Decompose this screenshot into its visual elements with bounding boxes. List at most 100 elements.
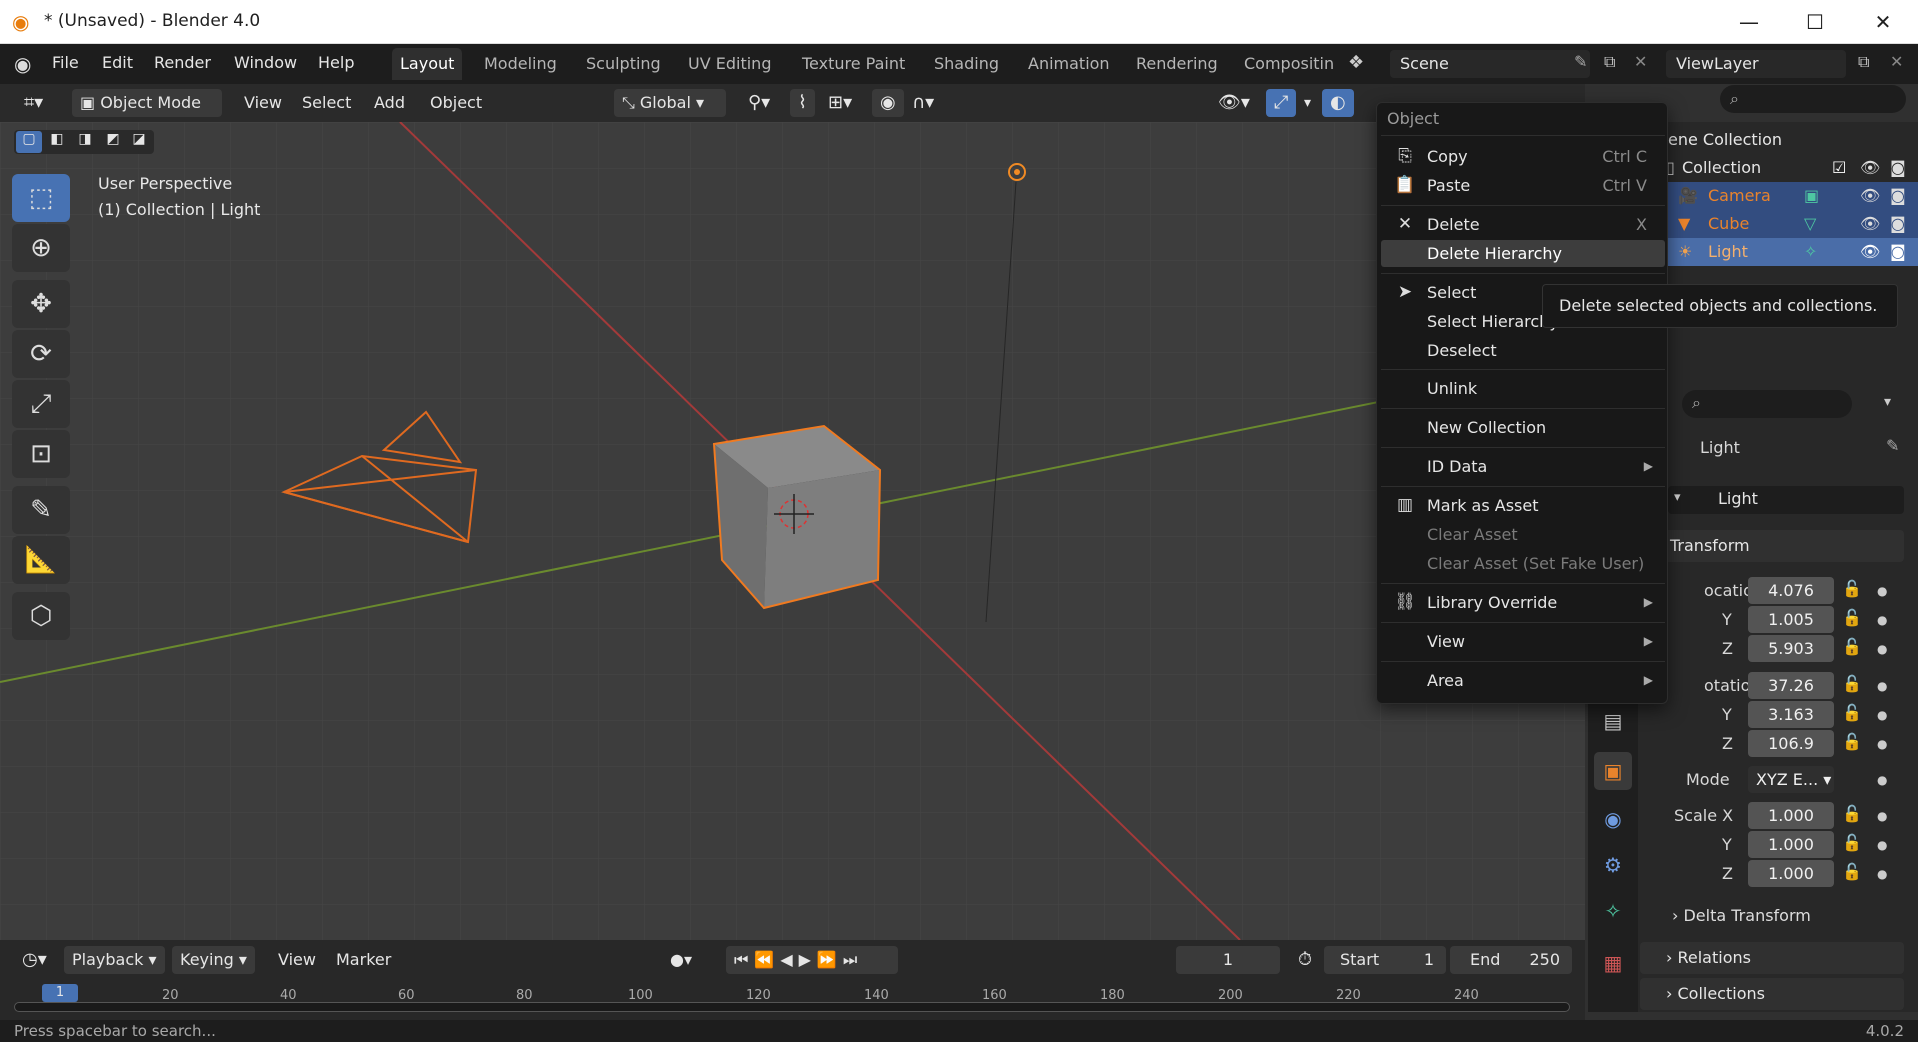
cube-object[interactable] xyxy=(712,424,882,610)
keyframe-dot-icon[interactable]: ● xyxy=(1877,809,1887,823)
mode-dropdown[interactable]: ▣ Object Mode ▾ xyxy=(72,89,222,140)
tab-collection-icon[interactable]: ▤ xyxy=(1594,702,1632,740)
outliner-row-collection[interactable]: ▯ Collection ☑ 👁 ◙ xyxy=(1666,154,1918,182)
maximize-button[interactable]: ☐ xyxy=(1792,6,1838,38)
annotate-tool[interactable]: ✎ xyxy=(12,486,70,534)
location-z-field[interactable]: 5.903 xyxy=(1748,635,1834,662)
start-frame-field[interactable]: Start 1 xyxy=(1324,946,1446,974)
menu-item-clear-asset-fake-user[interactable]: Clear Asset (Set Fake User) xyxy=(1381,550,1665,577)
select-extend-icon[interactable]: ◧ xyxy=(44,131,70,147)
delete-scene-icon[interactable]: ✕ xyxy=(1634,52,1647,71)
lock-icon[interactable]: 🔓 xyxy=(1842,579,1862,598)
pin-scene-icon[interactable]: ✎ xyxy=(1574,52,1587,71)
collections-panel-header[interactable]: › Collections xyxy=(1640,978,1904,1010)
camera-render-icon[interactable]: ◙ xyxy=(1890,182,1906,210)
menu-item-area[interactable]: Area ▶ xyxy=(1381,667,1665,694)
eye-icon[interactable]: 👁 xyxy=(1860,182,1880,210)
falloff-icon[interactable]: ∩▾ xyxy=(904,89,942,117)
lock-icon[interactable]: 🔓 xyxy=(1842,804,1862,823)
checkbox-icon[interactable]: ☑ xyxy=(1832,154,1846,182)
delete-viewlayer-icon[interactable]: ✕ xyxy=(1890,52,1903,71)
select-intersect-icon[interactable]: ◪ xyxy=(126,131,152,147)
location-y-field[interactable]: 1.005 xyxy=(1748,606,1834,633)
scene-selector-icon[interactable]: ❖ xyxy=(1348,52,1364,73)
new-scene-icon[interactable]: ⧉ xyxy=(1604,52,1615,72)
relations-panel-header[interactable]: › Relations xyxy=(1640,942,1904,974)
lock-icon[interactable]: 🔓 xyxy=(1842,608,1862,627)
timeline-scrollbar[interactable] xyxy=(14,1002,1570,1012)
menu-item-delete-hierarchy[interactable]: Delete Hierarchy xyxy=(1381,240,1665,267)
keyframe-dot-icon[interactable]: ● xyxy=(1877,867,1887,881)
end-frame-field[interactable]: End 250 xyxy=(1450,946,1572,974)
measure-tool[interactable]: 📐 xyxy=(12,536,70,584)
rotation-z-field[interactable]: 106.9 xyxy=(1748,730,1834,757)
rotation-mode-dropdown[interactable]: XYZ E... ▾ xyxy=(1748,766,1834,793)
playback-controls[interactable]: ⏮⏪◀▶⏩⏭ xyxy=(726,946,898,974)
rotation-y-field[interactable]: 3.163 xyxy=(1748,701,1834,728)
menu-item-copy[interactable]: ⎘ Copy Ctrl C xyxy=(1381,143,1665,170)
rotation-x-field[interactable]: 37.26 xyxy=(1748,672,1834,699)
menu-object[interactable]: Object xyxy=(422,89,490,117)
menu-edit[interactable]: Edit xyxy=(102,53,133,72)
playback-dropdown[interactable]: Playback ▾ xyxy=(64,946,165,974)
keyframe-dot-icon[interactable]: ● xyxy=(1877,679,1887,693)
pin-icon[interactable]: ✎ xyxy=(1886,436,1899,455)
tab-texture-icon[interactable]: ▦ xyxy=(1594,944,1632,982)
outliner-row-scene-collection[interactable]: ene Collection xyxy=(1668,126,1918,154)
menu-window[interactable]: Window xyxy=(234,53,297,72)
tab-rendering[interactable]: Rendering xyxy=(1128,48,1226,80)
viewlayer-field[interactable]: ViewLayer xyxy=(1666,50,1846,78)
lock-icon[interactable]: 🔓 xyxy=(1842,637,1862,656)
move-tool[interactable]: ✥ xyxy=(12,280,70,328)
lock-icon[interactable]: 🔓 xyxy=(1842,862,1862,881)
timeline-menu-view[interactable]: View xyxy=(270,946,324,974)
tab-physics-icon[interactable]: ◉ xyxy=(1594,800,1632,838)
delta-transform-subpanel[interactable]: › Delta Transform xyxy=(1672,906,1811,925)
tab-modeling[interactable]: Modeling xyxy=(476,48,565,80)
3d-viewport[interactable]: ▢ ◧ ◨ ◩ ◪ User Perspective (1) Collectio… xyxy=(0,122,1585,940)
select-difference-icon[interactable]: ◩ xyxy=(100,131,126,147)
camera-render-icon[interactable]: ◙ xyxy=(1890,210,1906,238)
snap-toggle-icon[interactable]: ⌇ xyxy=(790,89,815,117)
rotate-tool[interactable]: ⟳ xyxy=(12,330,70,378)
tab-animation[interactable]: Animation xyxy=(1020,48,1118,80)
keyframe-dot-icon[interactable]: ● xyxy=(1877,708,1887,722)
tab-light-data-icon[interactable]: ✧ xyxy=(1594,892,1632,930)
blender-menu-icon[interactable]: ◉ xyxy=(14,52,31,76)
keyframe-dot-icon[interactable]: ● xyxy=(1877,737,1887,751)
scale-tool[interactable]: ⤢ xyxy=(12,380,70,428)
transform-panel-header[interactable]: Transform xyxy=(1640,530,1904,562)
menu-item-unlink[interactable]: Unlink xyxy=(1381,375,1665,402)
tab-sculpting[interactable]: Sculpting xyxy=(578,48,669,80)
menu-item-id-data[interactable]: ID Data ▶ xyxy=(1381,453,1665,480)
keying-dropdown[interactable]: Keying ▾ xyxy=(172,946,255,974)
orientation-dropdown[interactable]: ⤡ Global ▾ xyxy=(614,89,726,117)
select-subtract-icon[interactable]: ◨ xyxy=(72,131,98,147)
menu-item-delete[interactable]: ✕ Delete X xyxy=(1381,211,1665,238)
menu-item-mark-as-asset[interactable]: ▥ Mark as Asset xyxy=(1381,492,1665,519)
menu-item-library-override[interactable]: ⛓ Library Override ▶ xyxy=(1381,589,1665,616)
keyframe-dot-icon[interactable]: ● xyxy=(1877,613,1887,627)
outliner-search-input[interactable]: ⌕ xyxy=(1720,85,1906,113)
menu-item-clear-asset[interactable]: Clear Asset xyxy=(1381,521,1665,548)
pivot-point-icon[interactable]: ⚲▾ xyxy=(740,89,778,117)
menu-render[interactable]: Render xyxy=(154,53,211,72)
playhead[interactable]: 1 xyxy=(42,984,78,1002)
keyframe-dot-icon[interactable]: ● xyxy=(1877,838,1887,852)
add-cube-tool[interactable]: ⬡ xyxy=(12,592,70,640)
tab-constraints-icon[interactable]: ⚙ xyxy=(1594,846,1632,884)
record-icon[interactable]: ●▾ xyxy=(662,946,700,974)
new-viewlayer-icon[interactable]: ⧉ xyxy=(1858,52,1869,72)
timeline-menu-marker[interactable]: Marker xyxy=(328,946,399,974)
object-name-field[interactable]: ▾ Light xyxy=(1668,486,1904,514)
tab-uv-editing[interactable]: UV Editing xyxy=(680,48,779,80)
gizmo-dropdown-icon[interactable]: ▾ xyxy=(1296,89,1319,117)
location-x-field[interactable]: 4.076 xyxy=(1748,577,1834,604)
current-frame-field[interactable]: 1 xyxy=(1176,946,1280,974)
eye-icon[interactable]: 👁 xyxy=(1860,210,1880,238)
menu-add[interactable]: Add xyxy=(366,89,413,117)
properties-options-icon[interactable]: ▾ xyxy=(1884,394,1891,410)
scene-field[interactable]: Scene xyxy=(1390,50,1590,78)
keyframe-dot-icon[interactable]: ● xyxy=(1877,773,1887,787)
select-new-icon[interactable]: ▢ xyxy=(16,131,42,153)
